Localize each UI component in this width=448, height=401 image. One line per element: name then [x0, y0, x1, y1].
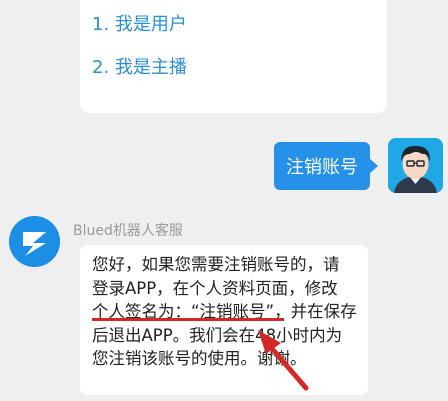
annotation-arrow-icon — [258, 330, 309, 391]
